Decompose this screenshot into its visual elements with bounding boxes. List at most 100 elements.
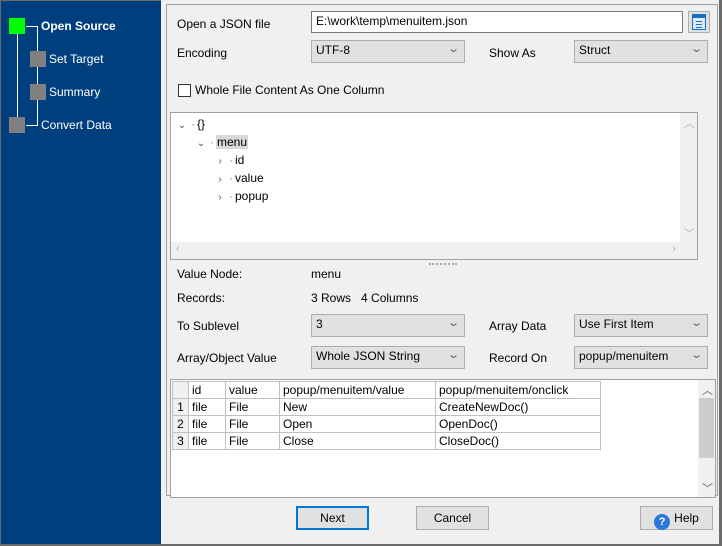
browse-file-button[interactable] [688, 11, 710, 33]
table-cell[interactable]: File [225, 432, 280, 450]
show-as-select[interactable]: Struct ⌄ [574, 40, 708, 63]
encoding-select[interactable]: UTF-8 ⌄ [311, 40, 465, 63]
table-row[interactable]: 2 file File Open OpenDoc() [172, 415, 601, 433]
step-convert-data[interactable]: Convert Data [41, 118, 112, 132]
step-indicator-open-source [9, 18, 25, 34]
whole-file-label[interactable]: Whole File Content As One Column [195, 83, 384, 97]
chevron-down-icon: ⌄ [446, 43, 460, 55]
sublevel-select[interactable]: 3 ⌄ [311, 314, 465, 337]
help-label: Help [674, 511, 699, 525]
value-node-label: Value Node: [177, 267, 243, 281]
help-icon: ? [654, 514, 671, 530]
data-preview-grid[interactable]: id value popup/menuitem/value popup/menu… [170, 379, 716, 498]
scroll-right-icon[interactable]: › [672, 243, 676, 255]
scroll-left-icon[interactable]: ‹ [176, 243, 180, 255]
corner-cell [172, 381, 189, 399]
json-tree-view[interactable]: ⌄ ·{} ⌄ · menu › · id › · value › · popup ︿ ﹀ ‹ › [170, 112, 698, 260]
preview-table: id value popup/menuitem/value popup/menu… [172, 381, 601, 450]
grid-vertical-scrollbar[interactable]: ︿ ﹀ [698, 380, 715, 497]
tree-node-root[interactable]: ⌄ ·{} [175, 117, 205, 131]
table-cell[interactable]: New [279, 398, 436, 416]
sublevel-value: 3 [316, 317, 323, 331]
table-cell[interactable]: File [225, 415, 280, 433]
collapse-arrow-icon[interactable]: › [213, 174, 227, 185]
step-set-target[interactable]: Set Target [49, 52, 103, 66]
encoding-value: UTF-8 [316, 43, 350, 57]
row-number: 2 [172, 415, 189, 433]
record-on-label: Record On [489, 351, 548, 365]
record-on-select[interactable]: popup/menuitem ⌄ [574, 346, 708, 369]
encoding-label: Encoding [177, 46, 228, 60]
tree-horizontal-scrollbar[interactable]: ‹ › [171, 242, 697, 259]
step-open-source[interactable]: Open Source [41, 19, 116, 33]
collapse-arrow-icon[interactable]: › [213, 156, 227, 167]
scroll-down-icon[interactable]: ﹀ [684, 225, 695, 241]
step-indicator-summary [30, 84, 46, 100]
array-object-value: Whole JSON String [316, 349, 421, 363]
show-as-label: Show As [489, 46, 536, 60]
chevron-down-icon: ⌄ [446, 349, 460, 361]
column-header[interactable]: popup/menuitem/onclick [435, 381, 601, 399]
table-cell[interactable]: File [225, 398, 280, 416]
table-cell[interactable]: file [188, 398, 226, 416]
row-number: 1 [172, 398, 189, 416]
step-connector [26, 125, 38, 126]
scroll-up-icon[interactable]: ︿ [684, 115, 695, 131]
next-button[interactable]: Next [296, 506, 369, 530]
table-cell[interactable]: OpenDoc() [435, 415, 601, 433]
value-node-value: menu [311, 267, 342, 281]
column-header[interactable]: value [225, 381, 280, 399]
help-button[interactable]: ? Help [640, 506, 713, 530]
chevron-down-icon: ⌄ [689, 43, 703, 55]
show-as-value: Struct [579, 43, 611, 57]
row-number: 3 [172, 432, 189, 450]
array-data-value: Use First Item [579, 317, 654, 331]
chevron-down-icon: ⌄ [689, 317, 703, 329]
tree-node-popup[interactable]: › · popup [213, 189, 268, 203]
table-row[interactable]: 1 file File New CreateNewDoc() [172, 398, 601, 416]
array-data-select[interactable]: Use First Item ⌄ [574, 314, 708, 337]
step-connector [37, 26, 38, 126]
sublevel-label: To Sublevel [177, 319, 240, 333]
tree-node-id[interactable]: › · id [213, 153, 244, 167]
file-path-input[interactable]: E:\work\temp\menuitem.json [311, 11, 683, 33]
table-cell[interactable]: Close [279, 432, 436, 450]
scrollbar-thumb[interactable] [699, 398, 714, 458]
tree-node-value[interactable]: › · value [213, 171, 263, 185]
table-cell[interactable]: file [188, 432, 226, 450]
open-source-panel: Open a JSON file E:\work\temp\menuitem.j… [166, 4, 718, 498]
scroll-down-icon[interactable]: ﹀ [702, 480, 713, 496]
records-label: Records: [177, 291, 226, 305]
step-indicator-convert-data [9, 117, 25, 133]
wizard-steps-sidebar: Open Source Set Target Summary Convert D… [0, 0, 161, 544]
array-data-label: Array Data [489, 319, 547, 333]
table-header-row: id value popup/menuitem/value popup/menu… [172, 381, 601, 399]
table-cell[interactable]: CreateNewDoc() [435, 398, 601, 416]
scroll-up-icon[interactable]: ︿ [702, 382, 713, 398]
file-label: Open a JSON file [177, 17, 271, 31]
expand-arrow-icon[interactable]: ⌄ [175, 120, 189, 131]
collapse-arrow-icon[interactable]: › [213, 192, 227, 203]
cancel-button[interactable]: Cancel [416, 506, 489, 530]
step-indicator-set-target [30, 51, 46, 67]
records-value: 3 Rows 4 Columns [311, 291, 419, 305]
chevron-down-icon: ⌄ [689, 349, 703, 361]
table-row[interactable]: 3 file File Close CloseDoc() [172, 432, 601, 450]
array-object-label: Array/Object Value [177, 351, 277, 365]
step-summary[interactable]: Summary [49, 85, 100, 99]
column-header[interactable]: popup/menuitem/value [279, 381, 436, 399]
whole-file-checkbox[interactable] [178, 84, 191, 97]
record-on-value: popup/menuitem [579, 349, 669, 363]
chevron-down-icon: ⌄ [446, 317, 460, 329]
step-connector [17, 27, 18, 125]
table-cell[interactable]: Open [279, 415, 436, 433]
table-cell[interactable]: file [188, 415, 226, 433]
splitter-handle[interactable] [429, 263, 457, 266]
column-header[interactable]: id [188, 381, 226, 399]
tree-vertical-scrollbar[interactable]: ︿ ﹀ [680, 113, 697, 243]
table-cell[interactable]: CloseDoc() [435, 432, 601, 450]
array-object-select[interactable]: Whole JSON String ⌄ [311, 346, 465, 369]
tree-node-menu[interactable]: ⌄ · menu [194, 135, 249, 149]
file-browse-icon [692, 14, 706, 30]
expand-arrow-icon[interactable]: ⌄ [194, 138, 208, 149]
